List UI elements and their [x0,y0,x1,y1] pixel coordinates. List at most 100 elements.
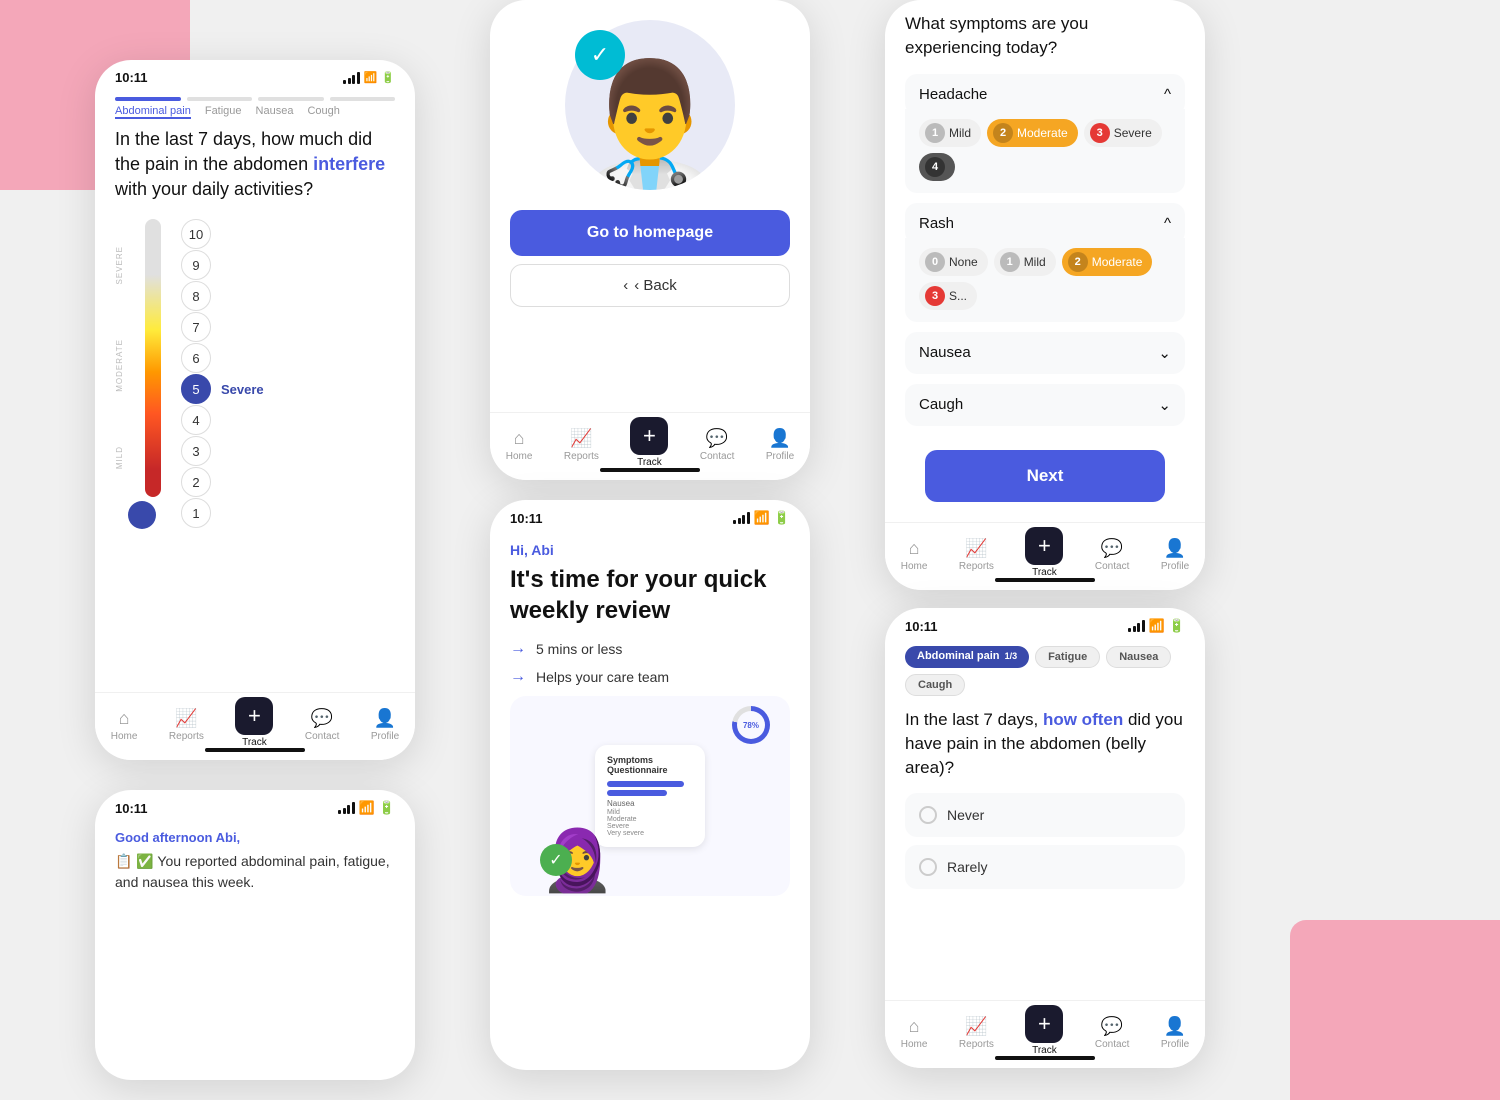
track-plus-1: + [248,703,261,729]
nav-profile-label-5: Profile [1161,1039,1189,1050]
headache-mild[interactable]: 1 Mild [919,119,981,147]
nav-track-1[interactable]: + Track [235,701,273,748]
track-btn-2[interactable]: + [630,417,668,455]
nav-contact-4[interactable]: 💬 Contact [1095,538,1129,572]
nav-home-2[interactable]: ⌂ Home [506,428,533,462]
back-chevron: ‹ [623,277,628,294]
go-to-homepage-button[interactable]: Go to homepage [510,210,790,256]
nav-contact-label-1: Contact [305,731,339,742]
battery-6: 🔋 [379,800,395,816]
nav-track-4[interactable]: + Track [1025,531,1063,578]
contact-icon-4: 💬 [1101,538,1123,559]
therm-bar [145,219,161,497]
nav-contact-label-4: Contact [1095,561,1129,572]
card-weekly-review: 10:11 📶 🔋 Hi, Abi It's time for your qui… [490,500,810,1070]
illustration-area: 🧕 Symptoms Questionnaire Nausea MildMode… [510,696,790,896]
scale-8[interactable]: 8 [181,281,395,311]
headache-severe[interactable]: 3 Severe [1084,119,1162,147]
nav-profile-1[interactable]: 👤 Profile [371,708,399,742]
status-time-5: 10:11 [905,619,938,634]
rash-moderate[interactable]: 2 Moderate [1062,248,1153,276]
nav-reports-2[interactable]: 📈 Reports [564,428,599,462]
scale-9[interactable]: 9 [181,250,395,280]
next-button[interactable]: Next [925,450,1165,502]
pain-scale: SEVERE MODERATE MILD 10 9 8 7 6 5 [115,219,395,529]
tab-nausea[interactable]: Nausea [256,105,294,119]
rash-severe[interactable]: 3 S... [919,282,977,310]
scale-1[interactable]: 1 [181,498,395,528]
scale-10[interactable]: 10 [181,219,395,249]
headache-label: Headache [919,86,987,103]
rash-none[interactable]: 0 None [919,248,988,276]
home-icon-4: ⌂ [909,538,920,559]
nav-home-5[interactable]: ⌂ Home [901,1016,928,1050]
tag-caugh-5[interactable]: Caugh [905,674,965,696]
nav-contact-1[interactable]: 💬 Contact [305,708,339,742]
progress-seg-4 [330,97,396,101]
track-btn-5[interactable]: + [1025,1005,1063,1043]
tag-nausea-5[interactable]: Nausea [1106,646,1171,668]
nausea-header[interactable]: Nausea ⌄ [905,332,1185,374]
label-mild: MILD [115,446,137,469]
track-btn-1[interactable]: + [235,697,273,735]
nav-track-5[interactable]: + Track [1025,1009,1063,1056]
radio-rarely[interactable]: Rarely [905,845,1185,889]
profile-icon-4: 👤 [1164,538,1186,559]
card4-body: What symptoms are you experiencing today… [885,0,1205,528]
scale-7[interactable]: 7 [181,312,395,342]
nav-home-4[interactable]: ⌂ Home [901,538,928,572]
nav-contact-5[interactable]: 💬 Contact [1095,1016,1129,1050]
nav-home-label-4: Home [901,561,928,572]
scale-2[interactable]: 2 [181,467,395,497]
doctor-illustration: 👨‍⚕️ ✓ [490,0,810,200]
nav-reports-1[interactable]: 📈 Reports [169,708,204,742]
nav-reports-label-5: Reports [959,1039,994,1050]
headache-4[interactable]: 4 [919,153,955,181]
status-icons-5: 📶 🔋 [1128,618,1185,634]
card6-body: Good afternoon Abi, 📋 ✅ You reported abd… [95,820,415,893]
nav-contact-2[interactable]: 💬 Contact [700,428,734,462]
tab-abdominal[interactable]: Abdominal pain [115,105,191,119]
nav-profile-5[interactable]: 👤 Profile [1161,1016,1189,1050]
rash-label: Rash [919,215,954,232]
greeting-6: Good afternoon Abi, [115,830,395,845]
track-btn-4[interactable]: + [1025,527,1063,565]
nav-profile-2[interactable]: 👤 Profile [766,428,794,462]
symptom-caugh: Caugh ⌄ [905,384,1185,426]
home-icon-2: ⌂ [514,428,525,449]
rash-mild[interactable]: 1 Mild [994,248,1056,276]
headache-moderate[interactable]: 2 Moderate [987,119,1078,147]
nav-home-1[interactable]: ⌂ Home [111,708,138,742]
signal-5 [1128,620,1145,632]
tag-fatigue-5[interactable]: Fatigue [1035,646,1100,668]
tab-cough[interactable]: Cough [307,105,339,119]
nav-track-2[interactable]: + Track [630,421,668,468]
nav-reports-5[interactable]: 📈 Reports [959,1016,994,1050]
scale-3[interactable]: 3 [181,436,395,466]
decorative-pink-br [1290,920,1500,1100]
status-icons-6: 📶 🔋 [338,800,395,816]
caugh-chevron-down: ⌄ [1158,396,1171,414]
caugh-header[interactable]: Caugh ⌄ [905,384,1185,426]
back-button[interactable]: ‹ ‹ Back [510,264,790,307]
radio-never[interactable]: Never [905,793,1185,837]
reports-icon-4: 📈 [965,538,987,559]
scale-5[interactable]: 5 Severe [181,374,395,404]
reports-icon-2: 📈 [570,428,592,449]
wifi-6: 📶 [359,800,375,816]
card1-body: In the last 7 days, how much did the pai… [95,127,415,529]
nav-track-label-2: Track [637,457,662,468]
highlight-word: interfere [313,154,385,174]
checkmark-bubble: ✓ [575,30,625,80]
nav-profile-4[interactable]: 👤 Profile [1161,538,1189,572]
symptoms-question: What symptoms are you experiencing today… [905,12,1185,60]
nav-reports-4[interactable]: 📈 Reports [959,538,994,572]
tag-abdominal-5[interactable]: Abdominal pain 1/3 [905,646,1029,668]
scale-4[interactable]: 4 [181,405,395,435]
feature-time: → 5 mins or less [510,640,790,658]
tab-fatigue[interactable]: Fatigue [205,105,242,119]
progress-circle: 78% [732,706,770,744]
scale-6[interactable]: 6 [181,343,395,373]
nausea-label-4: Nausea [919,344,971,361]
card5-body: Abdominal pain 1/3 Fatigue Nausea Caugh … [885,638,1205,905]
